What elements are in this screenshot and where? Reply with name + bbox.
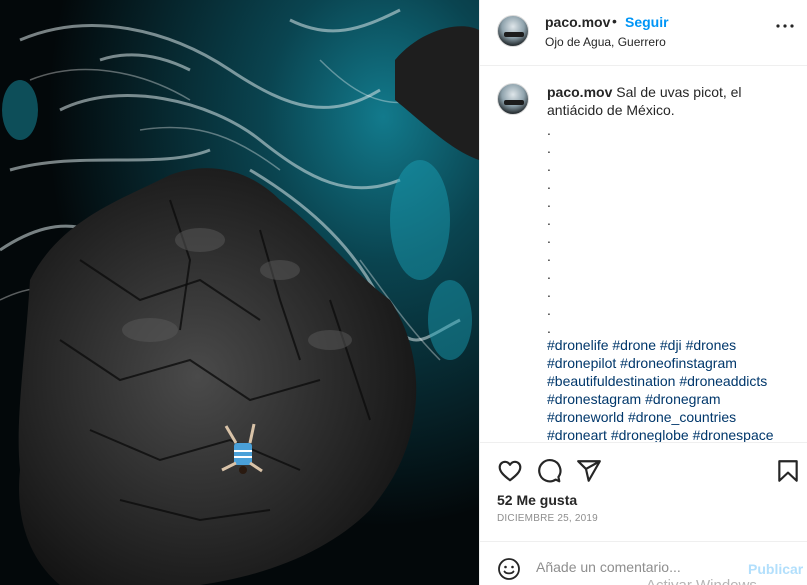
dot-line: . <box>547 140 551 156</box>
likes-count[interactable]: 52 Me gusta <box>497 492 577 508</box>
dot-line: . <box>547 176 551 192</box>
hashtag-link[interactable]: #droneofinstagram <box>620 355 737 371</box>
heart-icon[interactable] <box>497 458 523 484</box>
hashtag-link[interactable]: #droneart <box>547 427 607 442</box>
emoji-icon[interactable] <box>497 557 521 581</box>
dot-line: . <box>547 230 551 246</box>
dot-line: . <box>547 284 551 300</box>
post-image[interactable] <box>0 0 479 585</box>
separator-dot: • <box>612 13 617 29</box>
dot-line: . <box>547 194 551 210</box>
post-date: DICIEMBRE 25, 2019 <box>497 513 598 524</box>
aerial-rock-photo <box>0 0 479 585</box>
dot-line: . <box>547 320 551 336</box>
hashtag-link[interactable]: #drone <box>612 337 656 353</box>
caption-author-avatar[interactable] <box>497 83 529 115</box>
dot-line: . <box>547 212 551 228</box>
hashtag-link[interactable]: #droneaddicts <box>679 373 767 389</box>
hashtag-link[interactable]: #dronepilot <box>547 355 616 371</box>
publish-button[interactable]: Publicar <box>748 561 803 577</box>
hashtag-list: #dronelife #drone #dji #drones #dronepil… <box>547 336 797 442</box>
post-header: paco.mov • Seguir Ojo de Agua, Guerrero <box>480 0 807 66</box>
author-avatar[interactable] <box>497 15 529 47</box>
comment-form: Publicar Activar Windows <box>480 541 807 585</box>
dot-line: . <box>547 122 551 138</box>
comments-section[interactable]: paco.mov Sal de uvas picot, el antiácido… <box>480 67 807 443</box>
hashtag-link[interactable]: #dji <box>660 337 682 353</box>
hashtag-link[interactable]: #droneworld <box>547 409 624 425</box>
paper-plane-icon[interactable] <box>576 458 602 484</box>
hashtag-link[interactable]: #droneglobe <box>611 427 689 442</box>
dot-line: . <box>547 302 551 318</box>
post-details-panel: paco.mov • Seguir Ojo de Agua, Guerrero … <box>479 0 807 585</box>
follow-button[interactable]: Seguir <box>625 14 669 30</box>
caption-text: paco.mov Sal de uvas picot, el antiácido… <box>547 83 791 119</box>
more-options-icon[interactable] <box>773 14 797 38</box>
action-bar <box>480 444 807 496</box>
dot-line: . <box>547 266 551 282</box>
caption-username[interactable]: paco.mov <box>547 84 612 100</box>
activate-windows-watermark: Activar Windows <box>646 577 757 585</box>
hashtag-link[interactable]: #beautifuldestination <box>547 373 675 389</box>
comment-input[interactable] <box>536 559 736 575</box>
hashtag-link[interactable]: #dronegram <box>645 391 721 407</box>
caption-dots: . . . . . . . . . . . . <box>547 121 567 337</box>
hashtag-link[interactable]: #dronestagram <box>547 391 641 407</box>
hashtag-link[interactable]: #dronespace <box>693 427 774 442</box>
dot-line: . <box>547 248 551 264</box>
hashtag-link[interactable]: #drone_countries <box>628 409 736 425</box>
bookmark-icon[interactable] <box>775 458 801 484</box>
comment-icon[interactable] <box>536 458 562 484</box>
dot-line: . <box>547 158 551 174</box>
author-username[interactable]: paco.mov <box>545 14 610 30</box>
hashtag-link[interactable]: #dronelife <box>547 337 609 353</box>
location-link[interactable]: Ojo de Agua, Guerrero <box>545 35 666 49</box>
hashtag-link[interactable]: #drones <box>686 337 737 353</box>
